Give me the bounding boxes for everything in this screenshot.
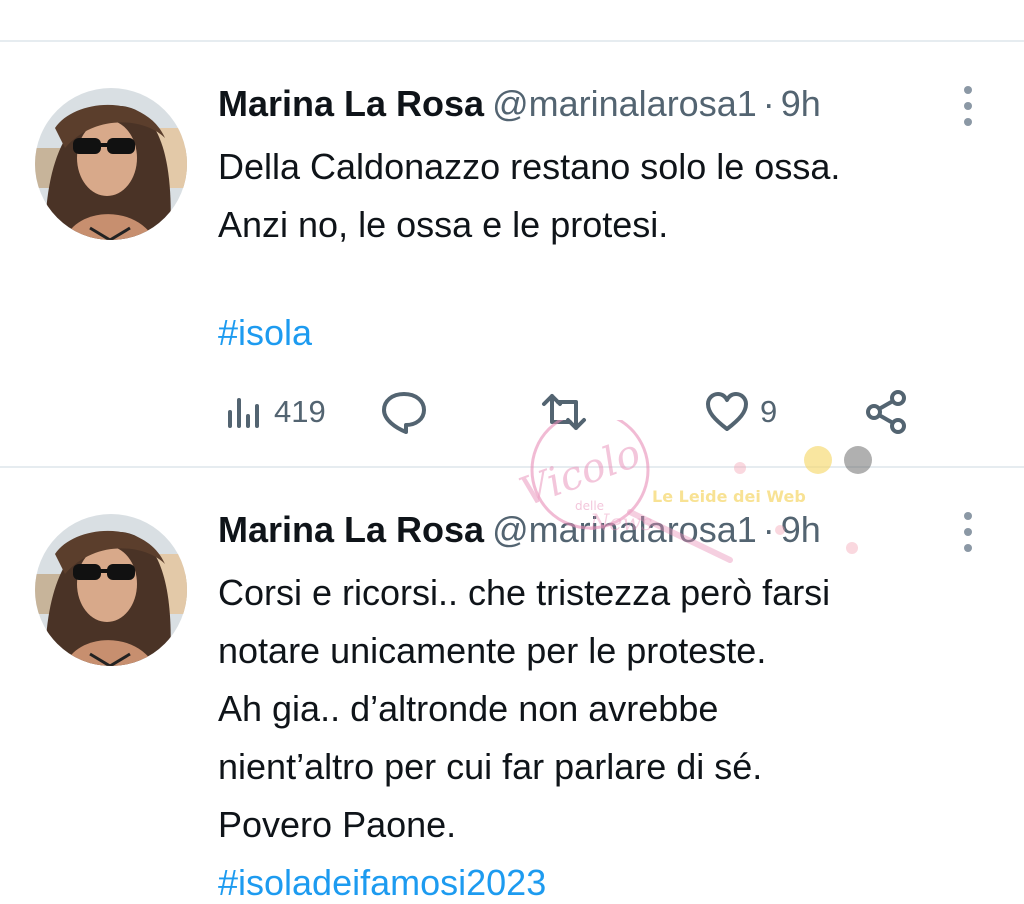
- share-button[interactable]: [864, 382, 910, 442]
- tweet-text: Corsi e ricorsi.. che tristezza però far…: [218, 564, 998, 904]
- hashtag-link[interactable]: #isola: [218, 312, 312, 353]
- bar-chart-icon: [228, 398, 259, 428]
- retweet-button[interactable]: [538, 382, 590, 442]
- heart-icon: [706, 392, 748, 431]
- timestamp[interactable]: 9h: [781, 509, 821, 550]
- timestamp[interactable]: 9h: [781, 83, 821, 124]
- retweet-icon: [542, 394, 586, 430]
- tweet[interactable]: Marina La Rosa @marinalarosa1 · 9h Della Ca…: [0, 42, 1024, 466]
- author-handle[interactable]: @marinalarosa1: [492, 509, 757, 550]
- tweet-text-line: notare unicamente per le proteste.: [218, 630, 767, 671]
- separator: ·: [762, 83, 775, 124]
- tweet-text-line: Povero Paone.: [218, 804, 457, 845]
- tweet-text-line: Corsi e ricorsi.. che tristezza però far…: [218, 572, 831, 613]
- author-name[interactable]: Marina La Rosa: [218, 509, 484, 550]
- user-avatar-photo: [35, 88, 187, 240]
- tweet-header: Marina La Rosa @marinalarosa1 · 9h: [218, 506, 821, 556]
- author-handle[interactable]: @marinalarosa1: [492, 83, 757, 124]
- author-name[interactable]: Marina La Rosa: [218, 83, 484, 124]
- share-icon: [866, 390, 906, 434]
- views-button[interactable]: 419: [224, 382, 326, 442]
- views-count: 419: [274, 394, 326, 429]
- tweet-text-line: Della Caldonazzo restano solo le ossa.: [218, 146, 841, 187]
- user-avatar-photo: [35, 514, 187, 666]
- vertical-dots-icon: [964, 86, 972, 94]
- hashtag-link[interactable]: #isoladeifamosi2023: [218, 854, 998, 904]
- speech-bubble-icon: [382, 392, 426, 434]
- separator: ·: [762, 509, 775, 550]
- vertical-dots-icon: [964, 512, 972, 520]
- tweet-text-line: nient’altro per cui far parlare di sé.: [218, 746, 763, 787]
- like-button[interactable]: 9: [704, 382, 777, 442]
- avatar[interactable]: [35, 514, 187, 666]
- tweet-actions: 419 9: [218, 382, 938, 442]
- likes-count: 9: [760, 394, 778, 429]
- tweet-text-line: Ah gia.. d’altronde non avrebbe: [218, 688, 719, 729]
- avatar[interactable]: [35, 88, 187, 240]
- tweet-text: Della Caldonazzo restano solo le ossa. A…: [218, 138, 998, 254]
- tweet[interactable]: Marina La Rosa @marinalarosa1 · 9h Corsi e …: [0, 468, 1024, 904]
- tweet-text-line: Anzi no, le ossa e le protesi.: [218, 204, 669, 245]
- tweet-header: Marina La Rosa @marinalarosa1 · 9h: [218, 80, 821, 130]
- more-options-button[interactable]: [950, 510, 986, 554]
- reply-button[interactable]: [380, 382, 428, 442]
- more-options-button[interactable]: [950, 84, 986, 128]
